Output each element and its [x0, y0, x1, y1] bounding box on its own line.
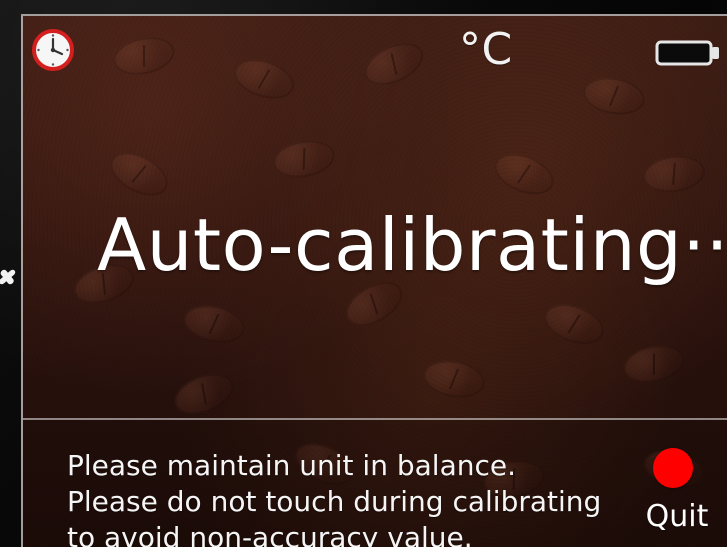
- calibration-instructions-panel: Please maintain unit in balance. Please …: [23, 418, 727, 547]
- coffee-bean: [538, 296, 610, 352]
- temperature-unit: °C: [459, 24, 513, 75]
- calibration-instructions: Please maintain unit in balance. Please …: [67, 448, 601, 547]
- coffee-bean: [270, 135, 338, 183]
- quit-label: Quit: [645, 499, 709, 534]
- coffee-bean: [488, 145, 560, 203]
- coffee-bean: [168, 365, 240, 423]
- calibration-status-text: Auto-calibrating···: [97, 203, 727, 287]
- clock-icon: [31, 28, 75, 72]
- coffee-bean: [103, 143, 175, 205]
- coffee-bean: [179, 299, 249, 349]
- instruction-line: to avoid non-accuracy value.: [67, 521, 473, 547]
- instruction-line: Please do not touch during calibrating: [67, 485, 602, 518]
- quit-button[interactable]: Quit: [635, 448, 719, 544]
- coffee-bean: [420, 355, 488, 403]
- battery-icon: [651, 32, 721, 72]
- top-bar: °C: [23, 16, 727, 106]
- quit-indicator: [653, 448, 693, 488]
- calibration-screen: °C Auto-calibrating··· Please maintain u…: [21, 14, 727, 547]
- coffee-bean: [640, 151, 708, 197]
- instruction-line: Please maintain unit in balance.: [67, 449, 516, 482]
- coffee-bean: [619, 339, 689, 389]
